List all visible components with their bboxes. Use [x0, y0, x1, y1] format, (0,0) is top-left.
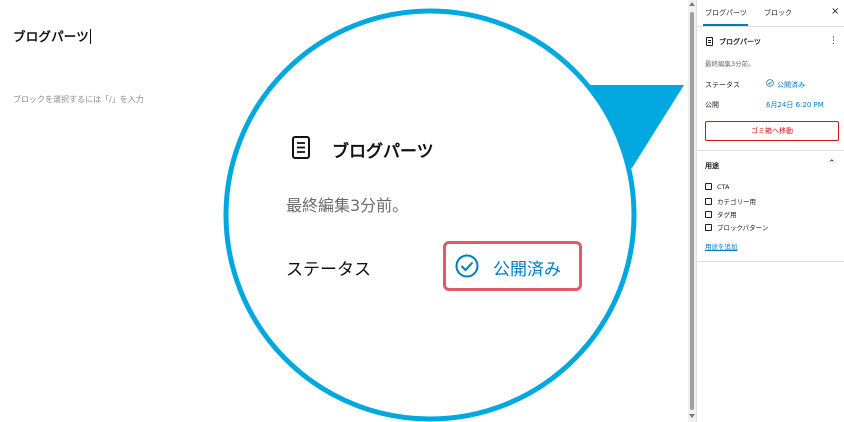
zoom-post-name: ブログパーツ — [332, 142, 434, 162]
post-name: ブログパーツ — [719, 38, 761, 46]
category-item-tag[interactable]: タグ用 — [705, 209, 737, 219]
sidebar-tabs: ブログパーツ ブロック × — [697, 0, 844, 27]
status-value-button[interactable]: 公開済み — [777, 80, 805, 90]
scroll-thumb[interactable] — [690, 12, 694, 410]
text-caret — [89, 29, 91, 44]
usage-section-title[interactable]: 用途 — [705, 161, 719, 171]
section-divider — [697, 261, 844, 262]
scroll-up-arrow-icon[interactable] — [689, 2, 695, 6]
document-icon — [706, 37, 713, 46]
editor-scrollbar[interactable] — [688, 0, 696, 422]
block-placeholder[interactable]: ブロックを選択するには「/」を入力 — [13, 94, 144, 105]
close-icon[interactable]: × — [831, 6, 839, 17]
add-usage-link[interactable]: 用途を追加 — [705, 241, 738, 251]
post-title[interactable]: ブログパーツ — [13, 26, 91, 45]
tab-post[interactable]: ブログパーツ — [705, 8, 747, 18]
checkbox[interactable] — [705, 224, 712, 231]
chevron-up-icon[interactable]: ⌃ — [828, 159, 836, 169]
category-item-cta[interactable]: CTA — [705, 183, 729, 191]
checkbox[interactable] — [705, 211, 712, 218]
zoom-last-edited: 最終編集3分前。 — [286, 196, 409, 215]
move-to-trash-button[interactable]: ゴミ箱へ移動 — [705, 121, 839, 141]
scroll-down-arrow-icon[interactable] — [689, 414, 695, 418]
settings-sidebar: ブログパーツ ブロック × ブログパーツ ⋮ 最終編集3分前。 ステータス 公開… — [696, 0, 844, 422]
publish-date-button[interactable]: 6月24日 6:20 PM — [766, 100, 824, 110]
highlight-box — [443, 241, 582, 291]
status-label: ステータス — [705, 81, 740, 89]
published-check-icon — [766, 79, 774, 87]
checkbox[interactable] — [705, 198, 712, 205]
section-divider — [697, 150, 844, 151]
tab-block[interactable]: ブロック — [764, 8, 792, 18]
more-options-icon[interactable]: ⋮ — [829, 36, 838, 46]
category-item-block-pattern[interactable]: ブロックパターン — [705, 222, 768, 232]
last-edited-text: 最終編集3分前。 — [705, 60, 755, 68]
zoom-status-label: ステータス — [286, 260, 371, 280]
publish-label: 公開 — [705, 101, 719, 109]
checkbox[interactable] — [705, 183, 712, 190]
category-item-category[interactable]: カテゴリー用 — [705, 196, 756, 206]
active-tab-indicator — [703, 24, 748, 26]
